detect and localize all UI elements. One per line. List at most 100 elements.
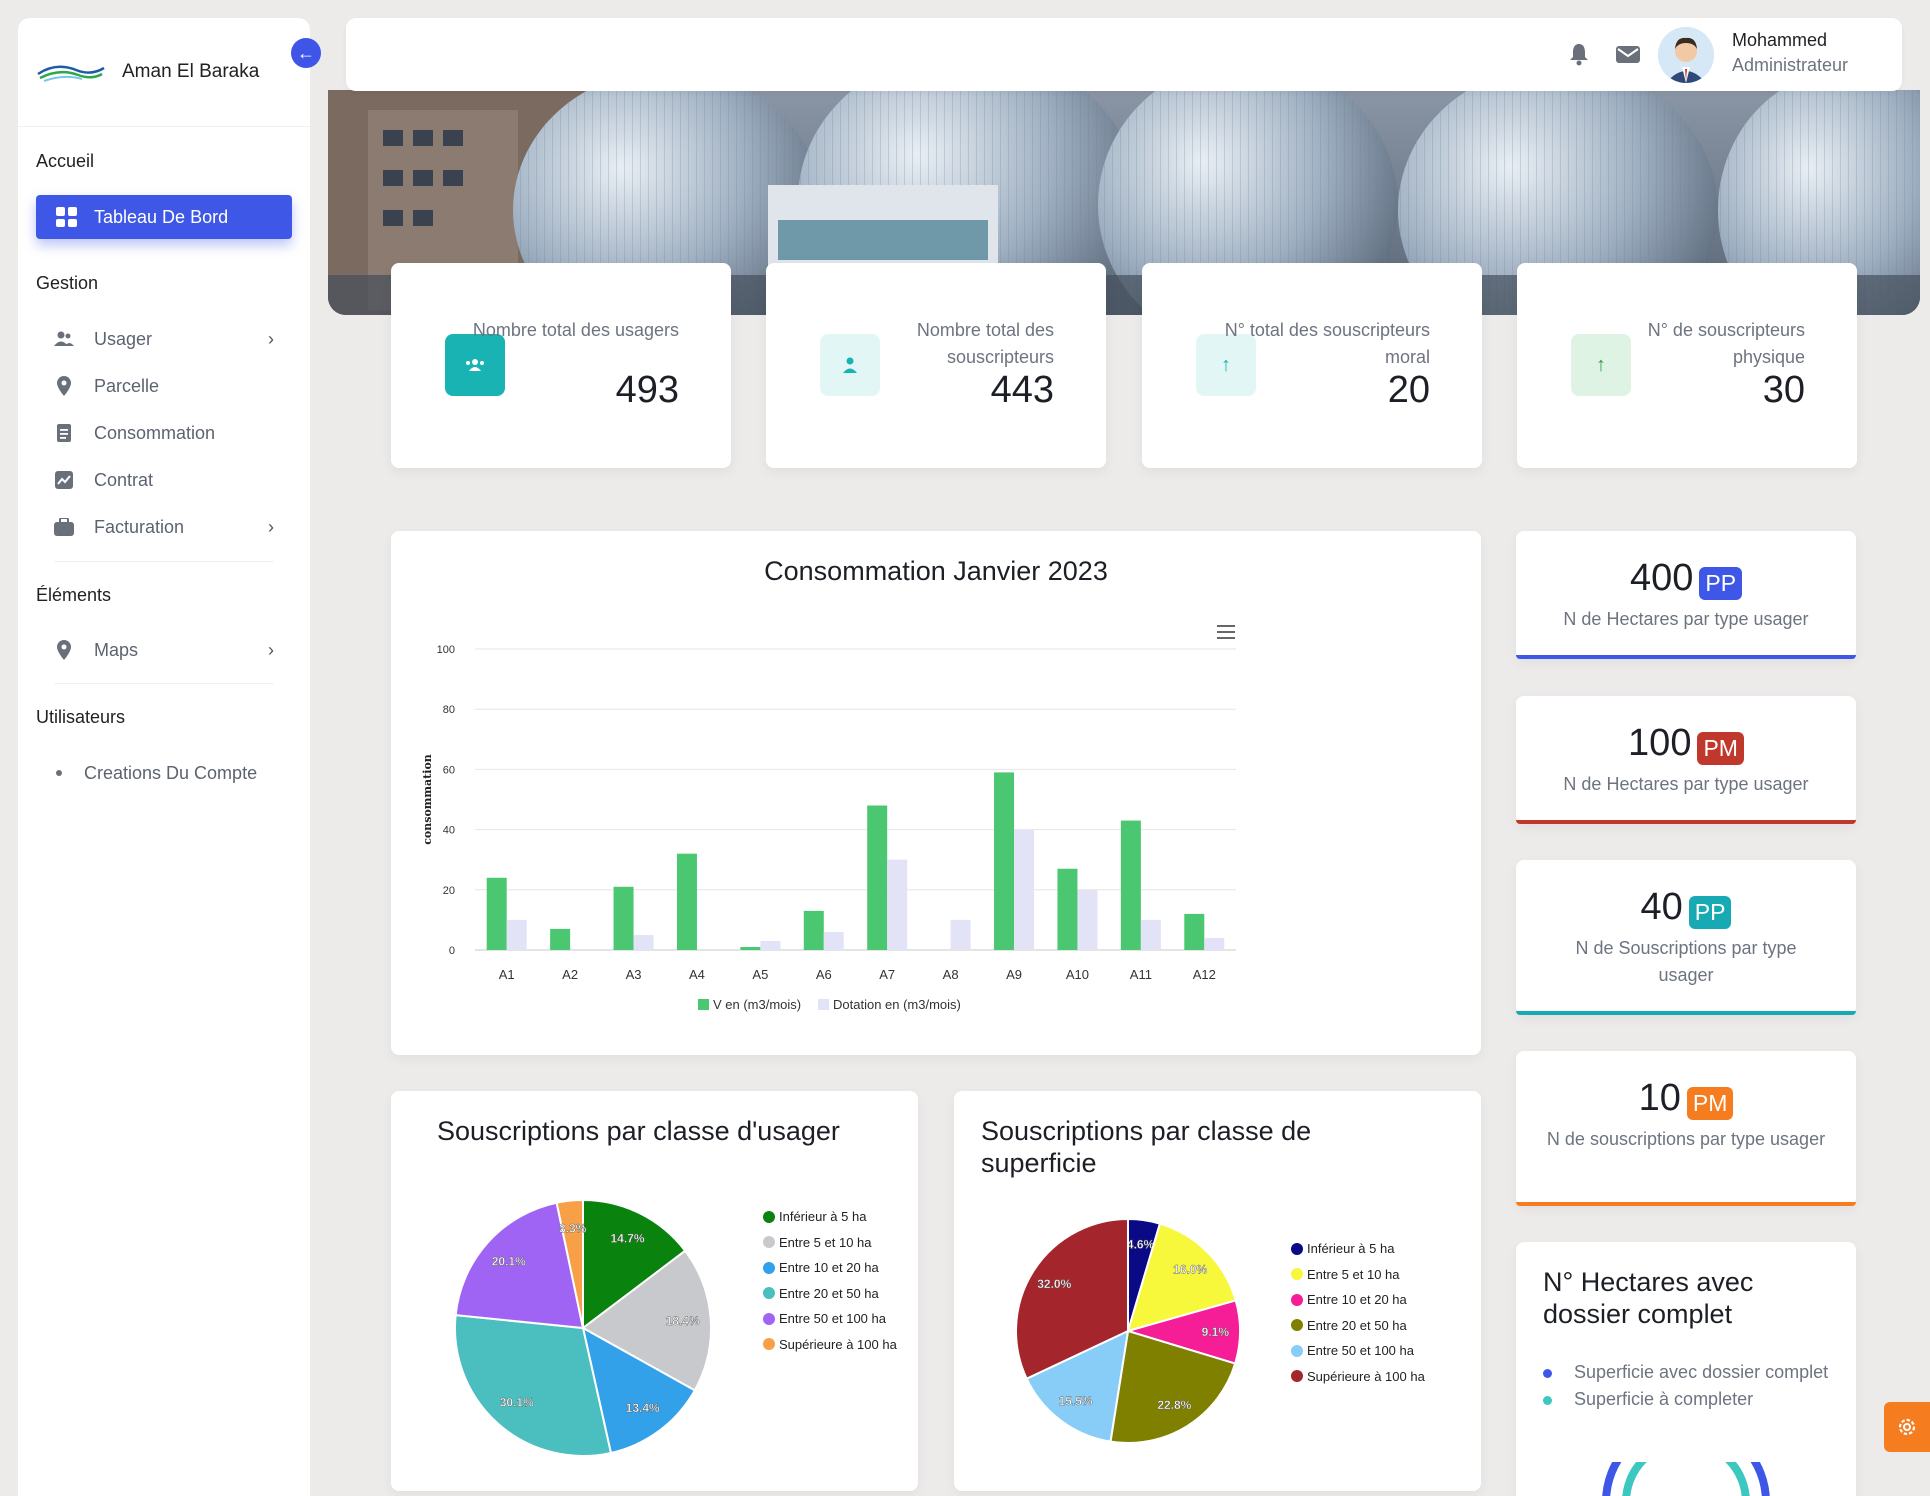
pie-data-label: 3.3% (559, 1222, 587, 1236)
sidebar-item-label: Facturation (94, 516, 185, 537)
legend-swatch (763, 1261, 775, 1274)
chevron-right-icon: › (268, 516, 274, 537)
x-tick-label: A10 (1066, 967, 1089, 982)
stat-card-souscripteurs: Nombre total des souscripteurs 443 (766, 263, 1106, 468)
briefcase-icon (54, 517, 74, 537)
user-role: Administrateur (1732, 55, 1849, 75)
x-tick-label: A4 (689, 967, 705, 982)
kpi-accent-bar (1516, 1202, 1856, 1206)
chevron-right-icon: › (268, 328, 274, 349)
avatar[interactable] (1658, 27, 1714, 83)
sidebar-item-creations-du-compte[interactable]: Creations Du Compte (56, 758, 294, 788)
y-tick-label: 40 (443, 825, 455, 837)
stat-card-souscripteurs-moral: ↑ N° total des souscripteurs moral 20 (1142, 263, 1482, 468)
bar-dotation (950, 919, 971, 950)
sidebar-item-consommation[interactable]: Consommation (54, 418, 292, 448)
bar-dotation (1204, 937, 1225, 950)
legend-item: Entre 10 et 20 ha (763, 1255, 897, 1281)
legend-label: Entre 50 et 100 ha (779, 1311, 886, 1327)
kpi-description: N de Hectares par type usager (1563, 609, 1809, 629)
location-pin-icon (54, 376, 74, 396)
legend-swatch (1291, 1268, 1303, 1281)
section-accueil: Accueil (36, 151, 95, 171)
legend-label: Entre 20 et 50 ha (1307, 1317, 1407, 1333)
kpi-card: 40 PP N de Souscriptions par type usager (1516, 860, 1856, 1015)
y-tick-label: 20 (443, 885, 455, 897)
kpi-description: N de Souscriptions par type usager (1575, 938, 1797, 985)
divider (36, 249, 292, 250)
legend-label: Supérieure à 100 ha (779, 1336, 897, 1352)
y-tick-label: 60 (443, 764, 455, 776)
document-icon (54, 423, 74, 443)
sidebar-item-facturation[interactable]: Facturation › (54, 512, 292, 542)
legend-label: Inférieur à 5 ha (779, 1209, 867, 1225)
legend-swatch (1291, 1319, 1303, 1332)
settings-button[interactable] (1884, 1402, 1930, 1452)
sidebar-item-tableau-de-bord[interactable]: Tableau De Bord (36, 195, 292, 239)
stat-value: 20 (1387, 369, 1430, 411)
topbar: Mohammed Administrateur (346, 18, 1902, 91)
divider (54, 683, 274, 684)
legend-swatch (1291, 1242, 1303, 1255)
bar-v (1120, 820, 1141, 950)
bar-v (486, 877, 507, 950)
legend-item: Supérieure à 100 ha (763, 1332, 897, 1358)
kpi-value: 100 (1628, 722, 1692, 764)
legend-swatch (1291, 1370, 1303, 1383)
pie-chart-card-superficie: Souscriptions par classe de superficie 4… (954, 1091, 1481, 1491)
legend-item: Entre 20 et 50 ha (763, 1281, 897, 1307)
sidebar-item-usager[interactable]: Usager › (54, 324, 292, 354)
legend-item: Superficie à completer (1543, 1386, 1833, 1413)
sidebar: Aman El Baraka ← Accueil Tableau De Bord… (18, 18, 321, 1496)
stat-card-usagers: Nombre total des usagers 493 (391, 263, 731, 468)
legend-label: Entre 10 et 20 ha (1307, 1292, 1407, 1308)
bullet-icon (1543, 1396, 1552, 1405)
collapse-sidebar-button[interactable]: ← (291, 38, 321, 68)
legend-swatch (1291, 1344, 1303, 1357)
bar-v (803, 910, 824, 950)
legend-label: Superficie avec dossier complet (1574, 1362, 1829, 1382)
legend-swatch (763, 1236, 775, 1249)
sidebar-item-label: Creations Du Compte (84, 762, 258, 783)
pie-data-label: 15.5% (1059, 1394, 1093, 1408)
kpi-badge: PP (1688, 896, 1732, 929)
bar-dotation (1077, 889, 1098, 950)
legend-label: Dotation en (m3/mois) (833, 997, 961, 1012)
bar-v (1184, 913, 1205, 950)
stat-card-souscripteurs-physique: ↑ N° de souscripteurs physique 30 (1517, 263, 1857, 468)
legend-swatch (1291, 1293, 1303, 1306)
x-tick-label: A3 (626, 967, 642, 982)
mail-icon[interactable] (1616, 44, 1640, 64)
bar-dotation (1014, 829, 1035, 950)
kpi-value: 400 (1629, 557, 1694, 599)
sidebar-item-label: Contrat (94, 469, 154, 490)
bar-dotation (1140, 919, 1161, 950)
chart-menu-icon[interactable] (1217, 625, 1235, 639)
x-tick-label: A9 (1006, 967, 1022, 982)
sidebar-item-parcelle[interactable]: Parcelle (54, 371, 292, 401)
bar-dotation (506, 919, 527, 950)
bar-v (1057, 868, 1078, 950)
sidebar-item-maps[interactable]: Maps › (54, 635, 292, 665)
legend-label: Entre 10 et 20 ha (779, 1260, 879, 1276)
users-icon (54, 329, 74, 349)
legend-swatch (763, 1312, 775, 1325)
stat-label: Nombre total des souscripteurs (916, 320, 1054, 367)
sidebar-item-contrat[interactable]: Contrat (54, 465, 292, 495)
sidebar-item-label: Tableau De Bord (94, 206, 229, 227)
x-tick-label: A11 (1130, 967, 1152, 982)
pie-data-label: 16.0% (1173, 1263, 1207, 1277)
kpi-card: 400 PP N de Hectares par type usager (1516, 531, 1856, 659)
stat-value: 443 (990, 369, 1054, 411)
kpi-description: N de souscriptions par type usager (1546, 1129, 1826, 1149)
pie-data-label: 14.7% (610, 1232, 644, 1246)
x-tick-label: A8 (943, 967, 959, 982)
legend-swatch (763, 1287, 775, 1300)
app-name: Aman El Baraka (122, 61, 260, 82)
pie-data-label: 4.6% (1127, 1238, 1155, 1252)
kpi-description: N de Hectares par type usager (1563, 774, 1809, 794)
bar-v (550, 928, 571, 950)
bell-icon[interactable] (1568, 42, 1590, 66)
bullet-icon (1543, 1369, 1552, 1378)
legend-item: Entre 5 et 10 ha (763, 1230, 897, 1256)
